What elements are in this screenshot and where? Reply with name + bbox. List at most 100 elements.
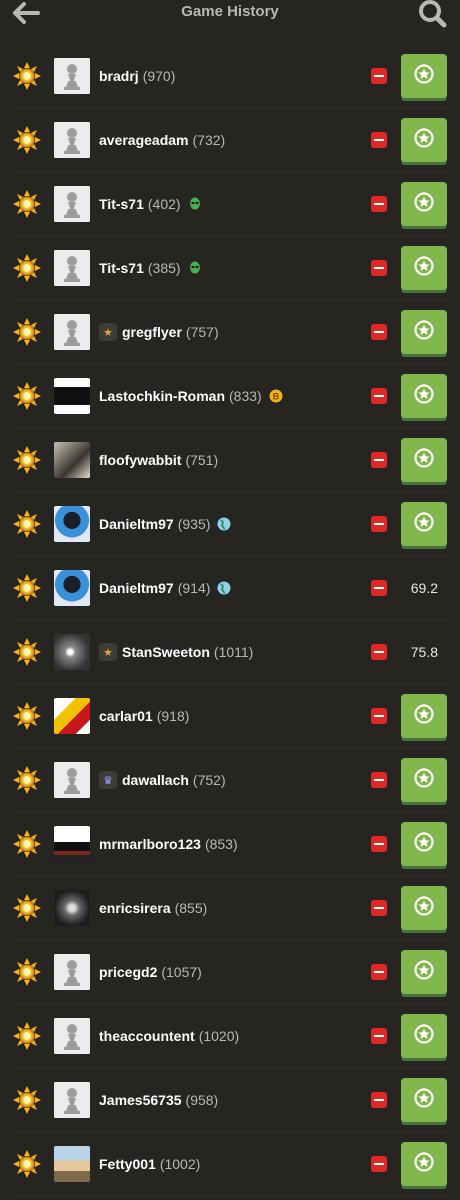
game-review-button[interactable] [401,950,447,994]
player-username[interactable]: averageadam [99,132,189,148]
loss-result-icon [371,516,387,532]
review-star-icon [413,1023,435,1050]
avatar[interactable] [54,314,90,350]
player-username[interactable]: gregflyer [122,324,182,340]
loss-result-icon [371,580,387,596]
coin-flag-icon: B [269,389,283,403]
review-star-icon [413,703,435,730]
review-star-icon [413,1087,435,1114]
game-row[interactable]: bradrj (970) [0,44,460,108]
review-star-icon [413,127,435,154]
game-row[interactable]: ★ StanSweeton (1011) 75.8 [0,620,460,684]
back-arrow-icon[interactable] [12,0,42,26]
player-username[interactable]: Lastochkin-Roman [99,388,225,404]
avatar[interactable] [54,1018,90,1054]
game-review-button[interactable] [401,310,447,354]
avatar[interactable] [54,250,90,286]
avatar[interactable] [54,570,90,606]
player-username[interactable]: theaccountent [99,1028,195,1044]
avatar[interactable] [54,378,90,414]
avatar[interactable] [54,762,90,798]
game-review-button[interactable] [401,182,447,226]
player-username[interactable]: carlar01 [99,708,153,724]
avatar[interactable] [54,954,90,990]
game-row[interactable]: ♛ dawallach (752) [0,748,460,812]
star-badge-icon: ★ [99,323,117,341]
avatar[interactable] [54,634,90,670]
player-username[interactable]: StanSweeton [122,644,210,660]
game-review-button[interactable] [401,374,447,418]
game-row[interactable]: Danieltm97 (914) 69.2 [0,556,460,620]
daily-game-sun-icon [12,957,42,987]
daily-game-sun-icon [12,509,42,539]
game-row[interactable]: Fetty001 (1002) [0,1132,460,1196]
player-info: Lastochkin-Roman (833) B [99,388,283,404]
game-row[interactable]: enricsirera (855) [0,876,460,940]
page-title: Game History [181,3,279,20]
game-review-button[interactable] [401,1078,447,1122]
daily-game-sun-icon [12,61,42,91]
player-info: bradrj (970) [99,68,175,84]
loss-result-icon [371,772,387,788]
player-username[interactable]: bradrj [99,68,139,84]
game-row[interactable]: Tit-s71 (402) [0,172,460,236]
daily-game-sun-icon [12,125,42,155]
avatar[interactable] [54,442,90,478]
game-row[interactable]: Tit-s71 (385) [0,236,460,300]
player-username[interactable]: dawallach [122,772,189,788]
player-rating: (1057) [161,964,202,980]
player-username[interactable]: pricegd2 [99,964,157,980]
player-username[interactable]: Tit-s71 [99,196,144,212]
avatar[interactable] [54,890,90,926]
player-rating: (833) [229,388,262,404]
game-row[interactable]: averageadam (732) [0,108,460,172]
player-rating: (385) [147,260,181,276]
avatar[interactable] [54,1082,90,1118]
alien-flag-icon [188,261,202,275]
avatar[interactable] [54,826,90,862]
star-badge-icon: ★ [99,643,117,661]
game-review-button[interactable] [401,822,447,866]
game-row[interactable]: Lastochkin-Roman (833) B [0,364,460,428]
player-username[interactable]: Danieltm97 [99,516,174,532]
player-username[interactable]: enricsirera [99,900,171,916]
loss-result-icon [371,132,387,148]
game-review-button[interactable] [401,694,447,738]
game-row[interactable]: James56735 (958) [0,1068,460,1132]
game-review-button[interactable] [401,438,447,482]
game-review-button[interactable] [401,118,447,162]
game-review-button[interactable] [401,886,447,930]
game-review-button[interactable] [401,246,447,290]
game-review-button[interactable] [401,1014,447,1058]
game-row[interactable]: floofywabbit (751) [0,428,460,492]
daily-game-sun-icon [12,893,42,923]
game-row[interactable]: carlar01 (918) [0,684,460,748]
game-row[interactable]: Danieltm97 (935) [0,492,460,556]
avatar[interactable] [54,506,90,542]
game-row[interactable]: mrmarlboro123 (853) [0,812,460,876]
player-username[interactable]: Tit-s71 [99,260,144,276]
game-review-button[interactable] [401,1142,447,1186]
crown-badge-icon: ♛ [99,771,117,789]
player-username[interactable]: Fetty001 [99,1156,156,1172]
player-username[interactable]: James56735 [99,1092,182,1108]
player-username[interactable]: Danieltm97 [99,580,174,596]
globe-flag-icon [217,581,231,595]
game-review-button[interactable] [401,758,447,802]
avatar[interactable] [54,1146,90,1182]
game-review-button[interactable] [401,54,447,98]
player-rating: (402) [147,196,181,212]
game-row[interactable]: ★ gregflyer (757) [0,300,460,364]
player-username[interactable]: floofywabbit [99,452,181,468]
loss-result-icon [371,708,387,724]
game-row[interactable]: theaccountent (1020) [0,1004,460,1068]
game-row[interactable]: pricegd2 (1057) [0,940,460,1004]
avatar[interactable] [54,186,90,222]
avatar[interactable] [54,698,90,734]
avatar[interactable] [54,122,90,158]
player-username[interactable]: mrmarlboro123 [99,836,201,852]
player-rating: (853) [204,836,238,852]
search-icon[interactable] [418,0,448,28]
game-review-button[interactable] [401,502,447,546]
avatar[interactable] [54,58,90,94]
